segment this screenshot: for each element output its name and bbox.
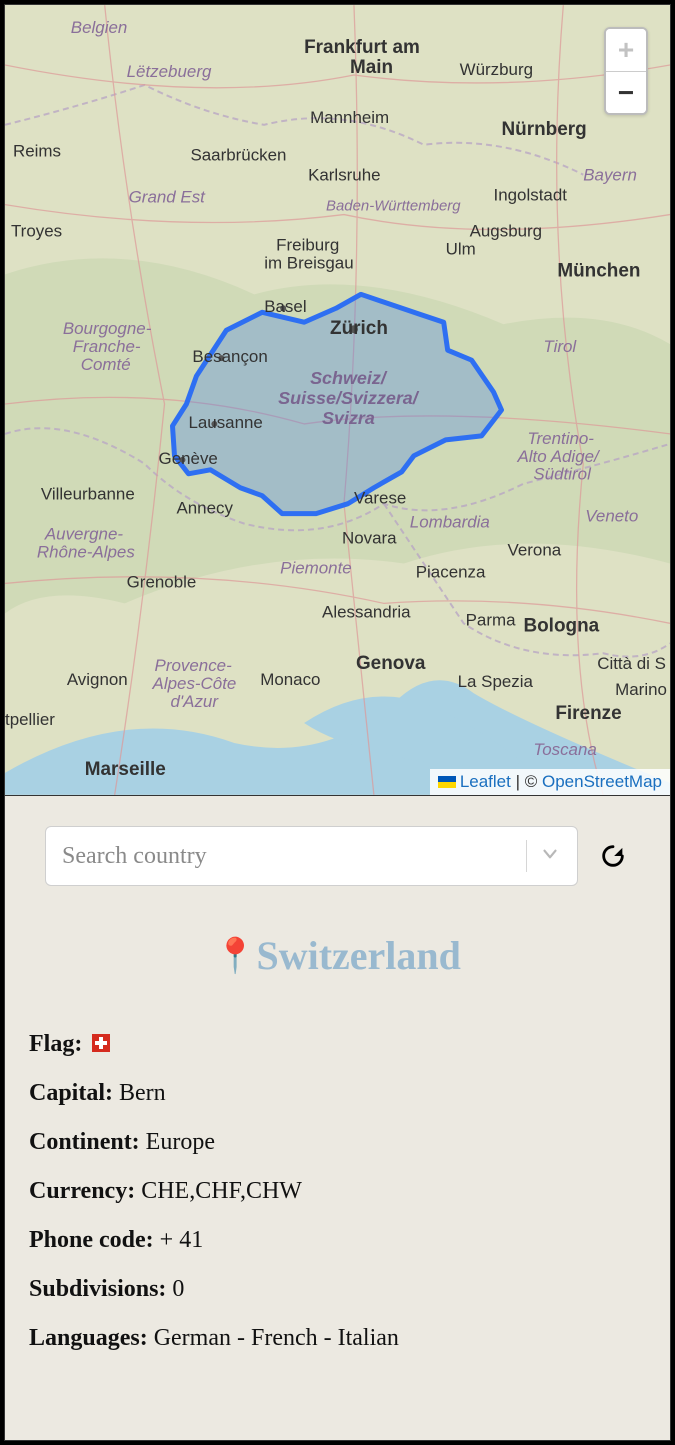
field-flag: Flag: xyxy=(29,1031,646,1058)
label-bologna: Bologna xyxy=(523,615,599,636)
label-grenoble: Grenoble xyxy=(127,572,197,591)
label-nurnberg: Nürnberg xyxy=(502,119,587,140)
label-ulm: Ulm xyxy=(446,239,476,258)
label-toscana: Toscana xyxy=(533,740,596,759)
label-genova: Genova xyxy=(356,653,426,674)
label-karlsruhe: Karlsruhe xyxy=(308,166,381,185)
country-name: Switzerland xyxy=(256,933,460,978)
label-augsburg: Augsburg xyxy=(470,221,543,240)
label-tirol: Tirol xyxy=(543,337,577,356)
refresh-icon xyxy=(599,842,627,870)
leaflet-link[interactable]: Leaflet xyxy=(460,772,511,791)
label-zurich: Zürich xyxy=(330,318,388,339)
label-cittadis: Città di S xyxy=(597,654,666,673)
pin-icon: 📍 xyxy=(214,938,256,975)
field-subdivisions: Subdivisions: 0 xyxy=(29,1276,646,1303)
label-lausanne: Lausanne xyxy=(188,413,262,432)
label-wurzburg: Würzburg xyxy=(460,60,533,79)
label-marseille: Marseille xyxy=(85,759,166,780)
info-pane: Search country 📍Switzerland Flag: Capita… xyxy=(4,796,671,1441)
label-lombardia: Lombardia xyxy=(410,513,490,532)
svg-text:Auvergne-Rhône-Alpes: Auvergne-Rhône-Alpes xyxy=(37,525,135,562)
country-select-placeholder: Search country xyxy=(62,843,514,870)
country-select[interactable]: Search country xyxy=(45,826,578,886)
label-novara: Novara xyxy=(342,529,397,548)
label-letzebuerg: Lëtzebuerg xyxy=(127,62,212,81)
label-varese: Varese xyxy=(354,489,406,508)
label-munchen: München xyxy=(557,260,640,281)
label-belgien: Belgien xyxy=(71,18,128,37)
label-troyes: Troyes xyxy=(11,221,62,240)
label-badenw: Baden-Württemberg xyxy=(326,198,461,215)
field-languages: Languages: German - French - Italian xyxy=(29,1325,646,1352)
field-currency: Currency: CHE,CHF,CHW xyxy=(29,1178,646,1205)
label-piacenza: Piacenza xyxy=(416,562,486,581)
label-marino: Marino xyxy=(615,680,667,699)
refresh-button[interactable] xyxy=(596,839,630,873)
label-piemonte: Piemonte xyxy=(280,558,352,577)
label-parma: Parma xyxy=(466,610,516,629)
label-monaco: Monaco xyxy=(260,670,320,689)
label-veneto: Veneto xyxy=(585,507,638,526)
label-geneve: Genève xyxy=(159,449,218,468)
label-tpellier: tpellier xyxy=(5,710,55,729)
ukraine-flag-icon xyxy=(438,776,456,788)
label-ingolstadt: Ingolstadt xyxy=(494,186,568,205)
map-pane[interactable]: Belgien Lëtzebuerg Frankfurt amMain Würz… xyxy=(4,4,671,796)
zoom-out-button[interactable]: − xyxy=(606,71,646,113)
label-villeurbanne: Villeurbanne xyxy=(41,485,135,504)
zoom-in-button[interactable]: + xyxy=(606,29,646,71)
label-avignon: Avignon xyxy=(67,670,128,689)
field-capital: Capital: Bern xyxy=(29,1080,646,1107)
country-title: 📍Switzerland xyxy=(27,932,648,979)
label-saarbrucken: Saarbrücken xyxy=(190,146,286,165)
chevron-down-icon xyxy=(539,843,561,870)
label-firenze: Firenze xyxy=(555,703,621,724)
map-canvas[interactable]: Belgien Lëtzebuerg Frankfurt amMain Würz… xyxy=(5,5,670,795)
label-laspezia: La Spezia xyxy=(458,672,534,691)
label-verona: Verona xyxy=(507,541,561,560)
label-besancon: Besançon xyxy=(192,347,267,366)
map-attribution: Leaflet | © OpenStreetMap xyxy=(430,769,670,795)
zoom-control: + − xyxy=(604,27,648,115)
label-bayern: Bayern xyxy=(583,166,637,185)
label-annecy: Annecy xyxy=(176,499,233,518)
field-phone: Phone code: + 41 xyxy=(29,1227,646,1254)
label-alessandria: Alessandria xyxy=(322,602,411,621)
field-continent: Continent: Europe xyxy=(29,1129,646,1156)
label-grandest: Grand Est xyxy=(129,188,207,207)
osm-link[interactable]: OpenStreetMap xyxy=(542,772,662,791)
switzerland-flag-icon xyxy=(92,1034,110,1052)
label-reims: Reims xyxy=(13,142,61,161)
label-mannheim: Mannheim xyxy=(310,108,389,127)
label-basel: Basel xyxy=(264,297,306,316)
